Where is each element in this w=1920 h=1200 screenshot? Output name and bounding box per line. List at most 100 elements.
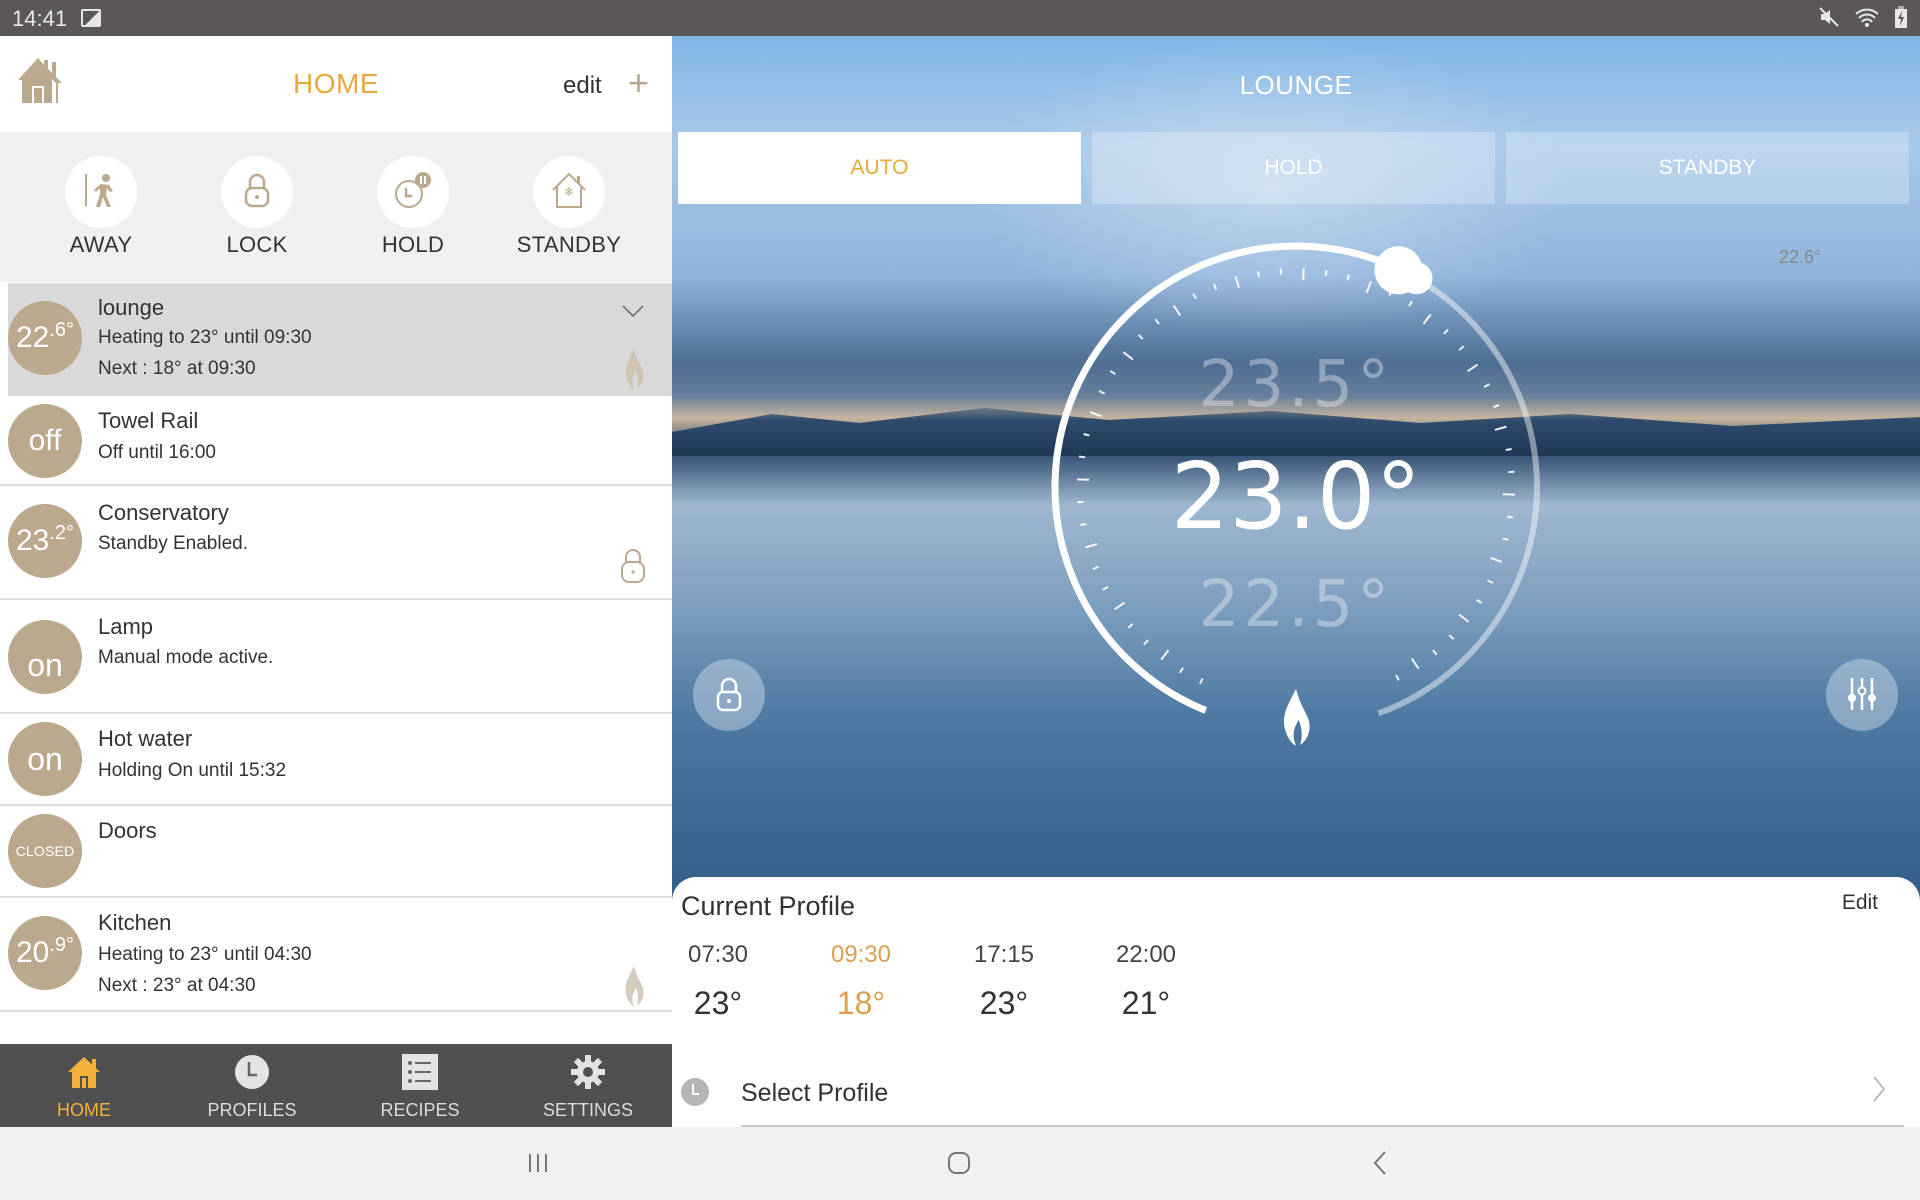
- zone-detail-panel: LOUNGE AUTO HOLD STANDBY 23.5° 23.0° 22.…: [672, 36, 1920, 1127]
- hold-icon: [393, 170, 433, 215]
- select-profile-row[interactable]: Select Profile: [672, 1067, 1920, 1127]
- zone-status: Heating to 23° until 09:30: [98, 327, 312, 348]
- badge-main: CLOSED: [15, 843, 75, 859]
- nav-profiles[interactable]: PROFILES: [168, 1044, 336, 1127]
- zone-name: lounge: [98, 295, 165, 320]
- add-zone-button[interactable]: +: [628, 62, 649, 104]
- status-time: 14:41: [12, 6, 68, 31]
- dial-tick: [1408, 300, 1413, 307]
- slot-temp: 21°: [1121, 985, 1171, 1021]
- zone-temp-badge: 23.2°: [8, 504, 82, 578]
- dial-tick: [1346, 274, 1350, 281]
- home-panel: HOME edit + AWAY LOCK HOLD ❄ STANDBY 22 …: [0, 36, 672, 1127]
- zone-row-conservatory[interactable]: 23.2° Conservatory Standby Enabled.: [0, 486, 672, 600]
- dial-tick: [1395, 674, 1400, 681]
- back-button[interactable]: [1360, 1145, 1400, 1181]
- flame-icon: [622, 347, 646, 396]
- zone-name: Kitchen: [98, 910, 172, 935]
- dial-tick: [1256, 271, 1260, 278]
- nav-settings[interactable]: SETTINGS: [504, 1044, 672, 1127]
- flame-icon: [622, 964, 646, 1013]
- dial-knob: [1400, 262, 1433, 295]
- mode-lock[interactable]: LOCK: [179, 132, 335, 282]
- zone-lock-button[interactable]: [693, 659, 765, 731]
- battery-charging-icon: [1894, 6, 1908, 33]
- recent-apps-button[interactable]: [518, 1145, 558, 1181]
- dial-tick: [1494, 425, 1507, 431]
- badge-main: 20: [15, 936, 50, 969]
- zone-next: Next : 18° at 09:30: [98, 358, 256, 379]
- zone-status: Manual mode active.: [98, 647, 274, 668]
- away-icon: [81, 172, 121, 213]
- thermostat-dial[interactable]: 23.5° 23.0° 22.5° 22.6°: [672, 36, 1920, 876]
- zone-row-hot-water[interactable]: on Hot water Holding On until 15:32: [0, 714, 672, 806]
- status-bar: 14:41: [0, 0, 1920, 36]
- zone-list: 22.6° lounge Heating to 23° until 09:30 …: [0, 283, 672, 1012]
- badge-main: 23: [15, 524, 50, 557]
- current-temperature: 22.6°: [1779, 247, 1822, 267]
- dial-tick: [1179, 667, 1184, 674]
- chevron-down-icon[interactable]: [622, 305, 644, 324]
- zone-row-lamp[interactable]: on Lamp Manual mode active.: [0, 600, 672, 714]
- select-profile-label: Select Profile: [741, 1079, 889, 1107]
- profile-title: Current Profile: [681, 891, 856, 921]
- zone-state-badge: CLOSED: [8, 814, 82, 888]
- badge-sup: .2°: [49, 521, 75, 544]
- dial-tick: [1083, 433, 1090, 437]
- home-system-button[interactable]: [939, 1145, 979, 1181]
- zone-status: Off until 16:00: [98, 442, 216, 463]
- zone-state-badge: on: [8, 722, 82, 796]
- zone-row-doors[interactable]: CLOSED Doors: [0, 806, 672, 898]
- slot-temp: 23°: [979, 985, 1029, 1021]
- badge-sup: .9°: [49, 933, 75, 956]
- zone-name: Conservatory: [98, 500, 229, 525]
- mode-away[interactable]: AWAY: [23, 132, 179, 282]
- list-icon: [402, 1054, 438, 1090]
- dial-tick: [1234, 276, 1240, 289]
- nav-settings-label: SETTINGS: [542, 1100, 633, 1120]
- dial-tick: [1365, 280, 1372, 293]
- home-header: HOME edit +: [0, 36, 672, 132]
- zone-status: Holding On until 15:32: [98, 760, 287, 781]
- dial-tick: [1432, 649, 1438, 656]
- mode-standby[interactable]: ❄ STANDBY: [491, 132, 647, 282]
- nav-recipes[interactable]: RECIPES: [336, 1044, 504, 1127]
- zone-name: Lamp: [98, 614, 154, 639]
- slot-temp: 23°: [693, 985, 743, 1021]
- current-profile-card: Current Profile Edit 07:30 23° 09:30 18°…: [672, 877, 1920, 1127]
- zone-settings-button[interactable]: [1826, 659, 1898, 731]
- zone-name: Hot water: [98, 726, 193, 751]
- bottom-nav: HOME PROFILES RECIPES SETTINGS: [0, 1044, 672, 1127]
- zone-status: Heating to 23° until 04:30: [98, 944, 312, 965]
- dial-tick: [1410, 658, 1420, 670]
- system-nav-bar: [0, 1127, 1920, 1200]
- zone-row-lounge[interactable]: 22.6° lounge Heating to 23° until 09:30 …: [8, 283, 672, 396]
- lock-icon: [620, 546, 646, 589]
- profile-edit-button[interactable]: Edit: [1842, 891, 1878, 915]
- target-up-value[interactable]: 23.5°: [672, 348, 1920, 422]
- mode-lock-label: LOCK: [226, 232, 288, 257]
- dial-tick: [1213, 283, 1218, 290]
- lock-icon: [242, 172, 272, 213]
- nav-home[interactable]: HOME: [0, 1044, 168, 1127]
- badge-sup: .6°: [49, 318, 75, 341]
- wifi-icon: [1854, 6, 1880, 33]
- mode-hold[interactable]: HOLD: [335, 132, 491, 282]
- mode-hold-label: HOLD: [381, 232, 445, 257]
- nav-profiles-label: PROFILES: [207, 1100, 297, 1120]
- home-icon: [66, 1054, 102, 1090]
- chevron-right-icon: [1872, 1075, 1886, 1111]
- zone-temp-badge: 20.9°: [8, 916, 82, 990]
- target-down-value[interactable]: 22.5°: [672, 568, 1920, 642]
- dial-tick: [1137, 334, 1144, 340]
- zone-status: Standby Enabled.: [98, 533, 249, 554]
- badge-main: off: [28, 424, 62, 457]
- mode-standby-label: STANDBY: [516, 232, 622, 257]
- zone-row-kitchen[interactable]: 20.9° Kitchen Heating to 23° until 04:30…: [0, 898, 672, 1012]
- svg-text:❄: ❄: [564, 185, 574, 199]
- zone-row-towel-rail[interactable]: off Towel Rail Off until 16:00: [0, 396, 672, 486]
- clock-icon: [234, 1054, 270, 1090]
- zone-temp-badge: 22.6°: [8, 301, 82, 375]
- edit-button[interactable]: edit: [563, 72, 602, 100]
- slot-time: 07:30: [687, 941, 749, 968]
